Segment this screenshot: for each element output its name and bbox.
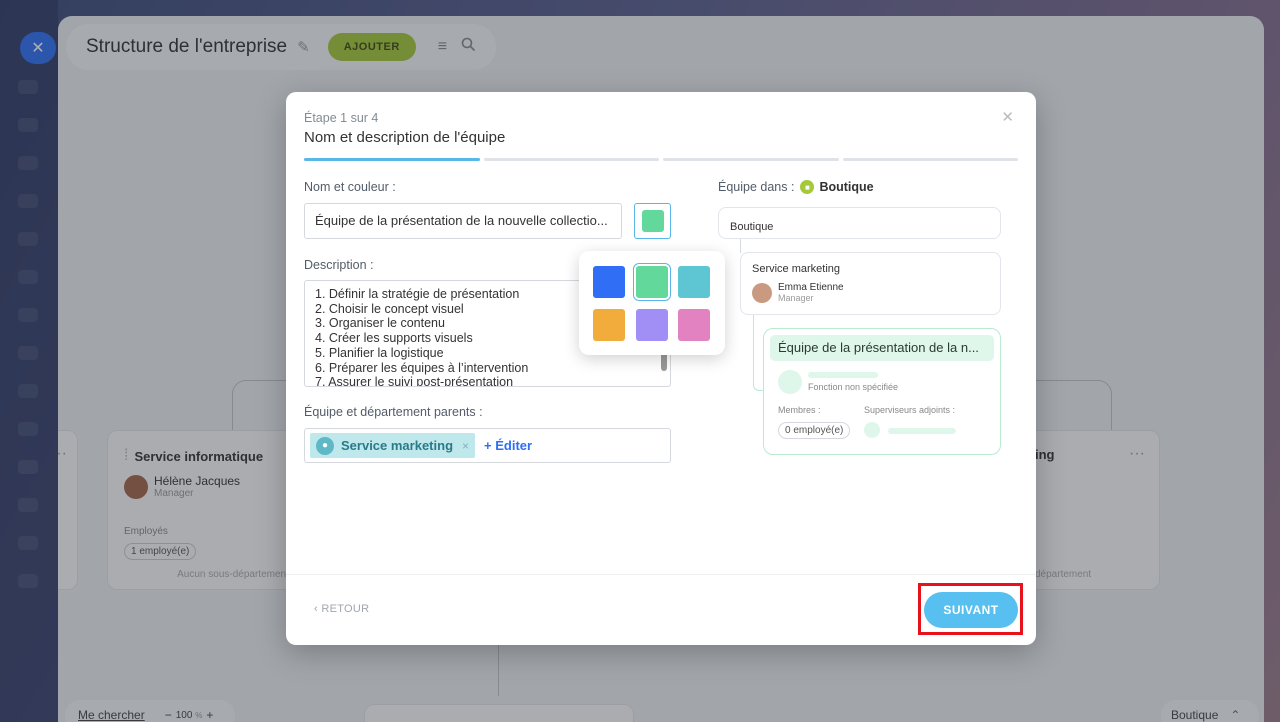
modal-title: Nom et description de l'équipe	[304, 129, 506, 146]
remove-tag-icon[interactable]: ×	[462, 439, 469, 453]
skeleton-line	[808, 372, 878, 378]
root-node-name: Boutique	[730, 221, 774, 233]
parent-tag[interactable]: ● Service marketing ×	[310, 433, 476, 458]
close-icon[interactable]: ✕	[1001, 108, 1014, 126]
footer-divider	[286, 574, 1036, 575]
progress-step	[842, 158, 1018, 161]
step-progress	[304, 158, 1018, 161]
dept-node-name: Service marketing	[752, 263, 841, 275]
create-team-modal: Étape 1 sur 4 Nom et description de l'éq…	[286, 92, 1036, 645]
progress-step	[304, 158, 480, 161]
selected-color-swatch	[641, 210, 664, 232]
team-node-name: Équipe de la présentation de la n...	[770, 335, 994, 361]
back-label: RETOUR	[321, 603, 370, 615]
dept-manager-role: Manager	[778, 293, 814, 303]
description-line: 6. Préparer les équipes à l’intervention	[315, 360, 529, 375]
avatar	[752, 282, 772, 303]
parents-field[interactable]: ● Service marketing × + Éditer	[304, 428, 671, 463]
progress-step	[663, 158, 839, 161]
highlight-box	[918, 583, 1023, 635]
color-swatch-pink[interactable]	[678, 309, 710, 341]
name-label: Nom et couleur :	[304, 180, 396, 194]
color-swatch-orange[interactable]	[593, 309, 625, 341]
description-line: 7. Assurer le suivi post-présentation	[315, 375, 514, 387]
color-swatch-purple[interactable]	[636, 309, 668, 341]
color-swatch-teal[interactable]	[678, 266, 710, 298]
avatar-placeholder	[864, 422, 880, 438]
team-location: Équipe dans : ■ Boutique	[718, 180, 874, 194]
edit-parents-link[interactable]: + Éditer	[484, 438, 532, 453]
avatar-placeholder	[778, 370, 802, 394]
shop-icon: ■	[800, 180, 815, 194]
skeleton-line	[888, 428, 956, 434]
color-swatch-blue[interactable]	[593, 266, 625, 298]
step-indicator: Étape 1 sur 4	[304, 111, 379, 125]
no-role-label: Fonction non spécifiée	[808, 382, 899, 392]
color-swatch-green[interactable]	[636, 266, 668, 298]
dept-manager-name: Emma Etienne	[778, 282, 844, 293]
back-button[interactable]: ‹ RETOUR	[314, 603, 369, 615]
parents-label: Équipe et département parents :	[304, 405, 483, 419]
description-label: Description :	[304, 258, 374, 272]
preview-team-node: Équipe de la présentation de la n... Fon…	[763, 328, 1001, 455]
tree-connector	[740, 239, 741, 253]
preview-dept-node: Service marketing Emma Etienne Manager	[740, 252, 1001, 315]
color-palette	[579, 251, 725, 355]
team-name-input[interactable]: Équipe de la présentation de la nouvelle…	[304, 203, 622, 239]
members-label: Membres :	[778, 405, 821, 415]
group-icon: ●	[316, 436, 334, 455]
location-label: Équipe dans :	[718, 180, 795, 194]
preview-root-node: Boutique	[718, 207, 1001, 239]
members-badge: 0 employé(e)	[778, 422, 851, 439]
deputies-label: Superviseurs adjoints :	[864, 405, 956, 415]
location-value: Boutique	[819, 180, 874, 194]
color-picker-button[interactable]	[634, 203, 671, 239]
parent-tag-label: Service marketing	[341, 438, 454, 453]
progress-step	[483, 158, 659, 161]
